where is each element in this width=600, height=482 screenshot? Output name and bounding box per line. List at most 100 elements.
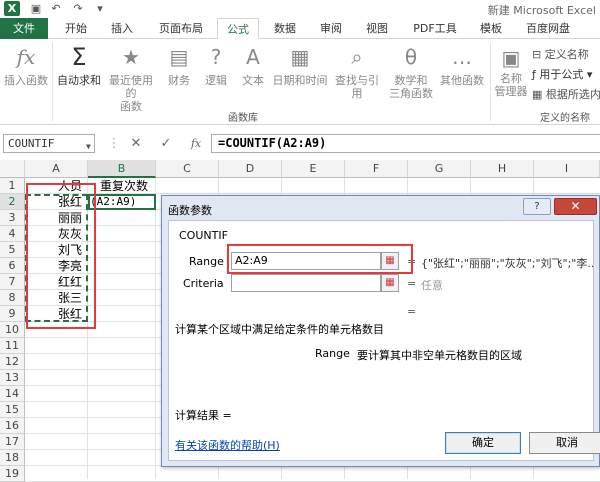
column-header-i[interactable]: I [534,160,600,178]
defined-names-label: 定义的名称 [540,113,590,124]
row-header[interactable]: 9 [0,306,25,322]
save-icon[interactable]: ▣ [28,1,44,16]
customize-qat-icon[interactable]: ▾ [92,1,108,16]
redo-icon[interactable]: ↷ [70,1,86,16]
drag-handle-icon[interactable]: ⋮ [104,134,124,153]
column-header-a[interactable]: A [25,160,88,178]
criteria-input[interactable] [231,274,381,292]
text-button[interactable]: A 文本 [238,43,268,87]
row-header[interactable]: 13 [0,370,25,386]
gridline [155,178,156,479]
row-header[interactable]: 7 [0,274,25,290]
dialog-help-button[interactable]: ? [523,198,551,215]
column-header-g[interactable]: G [408,160,471,178]
column-header-d[interactable]: D [219,160,282,178]
row-header[interactable]: 4 [0,226,25,242]
criteria-equals: = [407,277,417,290]
tab-templates[interactable]: 模板 [471,18,511,39]
ribbon-separator [52,43,53,121]
financial-button[interactable]: ▤ 财务 [164,43,194,87]
range-label: Range [189,255,224,268]
lookup-reference-button[interactable]: ⌕ 查找与引用 [330,43,384,100]
insert-function-icon[interactable]: fx [186,134,206,153]
column-header-b[interactable]: B [88,160,156,178]
tab-baidu-netdisk[interactable]: 百度网盘 [518,18,578,39]
arg-help-text: 要计算其中非空单元格数目的区域 [357,349,522,362]
create-from-selection-button[interactable]: ▦ 根据所选内容 [532,86,600,102]
calendar-icon: ▦ [290,45,310,69]
chevron-down-icon: ▾ [586,68,593,81]
undo-icon[interactable]: ↶ [48,1,64,16]
row-header[interactable]: 14 [0,386,25,402]
name-box[interactable]: COUNTIF ▼ [3,134,95,153]
more-icon: … [452,45,472,69]
ribbon-tabs: 文件 开始 插入 页面布局 公式 数据 审阅 视图 PDF工具 模板 百度网盘 [0,18,600,40]
function-help-link[interactable]: 有关该函数的帮助(H) [175,437,280,453]
formula-input[interactable]: =COUNTIF(A2:A9) [211,134,600,153]
fx-icon: fx [16,45,36,69]
excel-logo-icon: X [4,1,20,16]
column-header-c[interactable]: C [156,160,219,178]
row-header[interactable]: 15 [0,402,25,418]
tab-view[interactable]: 视图 [357,18,397,39]
dialog-title: 函数参数 [168,204,212,217]
tab-page-layout[interactable]: 页面布局 [150,18,212,39]
cancel-entry-icon[interactable]: ✕ [126,134,146,153]
column-header-f[interactable]: F [345,160,408,178]
math-trig-button[interactable]: θ 数学和 三角函数 [386,43,436,100]
tab-home[interactable]: 开始 [56,18,96,39]
function-arguments-dialog[interactable]: 函数参数 ? ✕ COUNTIF Range A2:A9 ▦ = {"张红";"… [161,195,600,467]
column-header-e[interactable]: E [282,160,345,178]
row-header[interactable]: 19 [0,466,25,482]
logical-button[interactable]: ? 逻辑 [201,43,231,87]
tab-pdf-tools[interactable]: PDF工具 [405,18,465,39]
financial-icon: ▤ [169,45,189,69]
define-name-button[interactable]: ⊟ 定义名称 [532,46,589,62]
ok-button[interactable]: 确定 [445,432,521,454]
function-result-equals: = [407,305,417,318]
insert-function-button[interactable]: fx 插入函数 [4,43,48,87]
row-header[interactable]: 18 [0,450,25,466]
tab-data[interactable]: 数据 [265,18,305,39]
criteria-collapse-icon[interactable]: ▦ [381,274,399,292]
row-header[interactable]: 17 [0,434,25,450]
window-title: 新建 Microsoft Excel [487,4,596,17]
dialog-close-button[interactable]: ✕ [554,198,597,215]
row-header[interactable]: 3 [0,210,25,226]
text-icon: A [246,45,260,69]
tab-review[interactable]: 审阅 [311,18,351,39]
function-description: 计算某个区域中满足给定条件的单元格数目 [175,323,384,336]
theta-icon: θ [404,45,418,69]
row-header[interactable]: 8 [0,290,25,306]
select-all-corner[interactable] [0,160,25,178]
cell-b2[interactable]: (A2:A9) [90,194,136,210]
row-header[interactable]: 2 [0,194,25,210]
annotation-red-box [26,183,96,329]
autosum-button[interactable]: Σ 自动求和 [56,43,102,87]
tab-file[interactable]: 文件 [0,18,48,39]
row-header[interactable]: 1 [0,178,25,194]
enter-entry-icon[interactable]: ✓ [156,134,176,153]
date-time-button[interactable]: ▦ 日期和时间 [272,43,328,87]
row-header[interactable]: 11 [0,338,25,354]
use-in-formula-button[interactable]: ƒ 用于公式 ▾ [532,66,592,82]
name-manager-button[interactable]: ▣ 名称 管理器 [493,47,529,98]
cell-b1[interactable]: 重复次数 [100,178,148,194]
row-header[interactable]: 16 [0,418,25,434]
grid-icon: ▦ [532,88,543,101]
cancel-button[interactable]: 取消 [529,432,600,454]
more-functions-button[interactable]: … 其他函数 [438,43,486,87]
range-result: {"张红";"丽丽";"灰灰";"刘飞";"李... [421,257,593,270]
row-header[interactable]: 10 [0,322,25,338]
recent-functions-button[interactable]: ★ 最近使用的 函数 [104,43,158,113]
chevron-down-icon[interactable]: ▼ [86,138,91,155]
row-header[interactable]: 12 [0,354,25,370]
star-icon: ★ [122,45,140,69]
row-header[interactable]: 5 [0,242,25,258]
tab-formulas[interactable]: 公式 [217,18,259,40]
calc-result-label: 计算结果 = [175,409,232,422]
row-header[interactable]: 6 [0,258,25,274]
tab-insert[interactable]: 插入 [102,18,142,39]
column-header-h[interactable]: H [471,160,534,178]
formula-bar: COUNTIF ▼ ⋮ ✕ ✓ fx =COUNTIF(A2:A9) [0,125,600,160]
